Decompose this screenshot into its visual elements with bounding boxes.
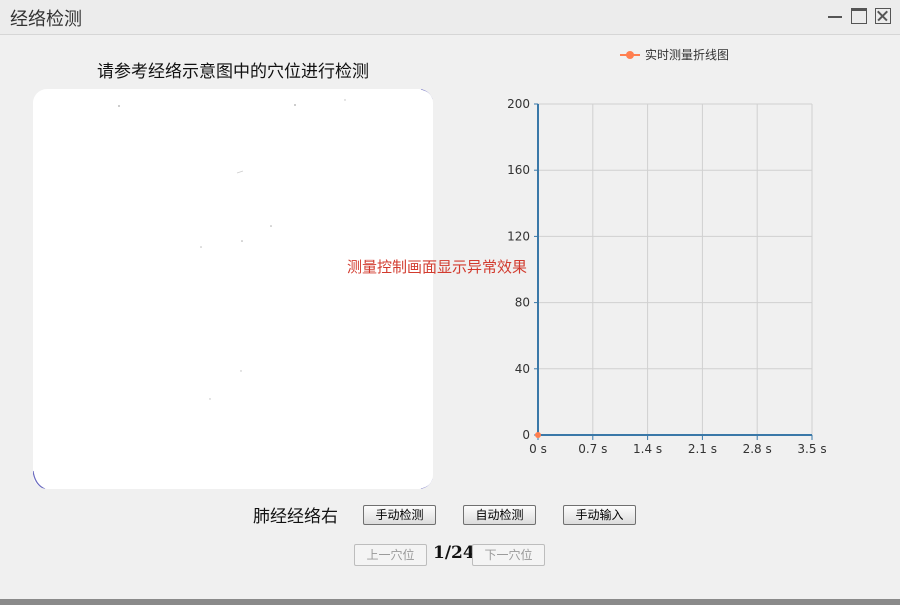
manual-input-button[interactable]: 手动输入 [563, 505, 636, 525]
point-counter: 1/24 [433, 543, 475, 563]
reference-title: 请参考经络示意图中的穴位进行检测 [97, 62, 369, 82]
x-tick-label: 2.1 s [688, 442, 717, 456]
maximize-icon[interactable] [851, 8, 867, 24]
title-bar: 经络检测 [0, 0, 900, 35]
y-tick-label: 40 [515, 362, 530, 376]
x-tick-label: 3.5 s [797, 442, 826, 456]
close-icon[interactable] [875, 8, 891, 24]
data-point [535, 432, 541, 438]
y-tick-label: 120 [507, 229, 530, 243]
window-title: 经络检测 [10, 9, 82, 30]
manual-detect-button[interactable]: 手动检测 [363, 505, 436, 525]
meridian-diagram [33, 89, 433, 489]
diagram-canvas [33, 89, 433, 489]
next-point-button[interactable]: 下一穴位 [472, 544, 545, 566]
y-tick-label: 200 [507, 97, 530, 111]
auto-detect-button[interactable]: 自动检测 [463, 505, 536, 525]
y-tick-label: 80 [515, 296, 530, 310]
legend-label: 实时测量折线图 [645, 47, 729, 62]
taskbar-strip [0, 599, 900, 605]
x-tick-label: 0 s [529, 442, 547, 456]
y-tick-label: 0 [522, 428, 530, 442]
minimize-icon[interactable] [827, 8, 843, 24]
realtime-line-chart: 0 s 0.7 s 1.4 s 2.1 s 2.8 s 3.5 s 0 40 80 120 160 2… [507, 47, 826, 456]
legend-marker [626, 51, 634, 59]
x-tick-label: 0.7 s [578, 442, 607, 456]
prev-point-button[interactable]: 上一穴位 [354, 544, 427, 566]
x-tick-label: 1.4 s [633, 442, 662, 456]
x-tick-label: 2.8 s [743, 442, 772, 456]
meridian-label: 肺经经络右 [253, 507, 338, 527]
y-tick-label: 160 [507, 163, 530, 177]
